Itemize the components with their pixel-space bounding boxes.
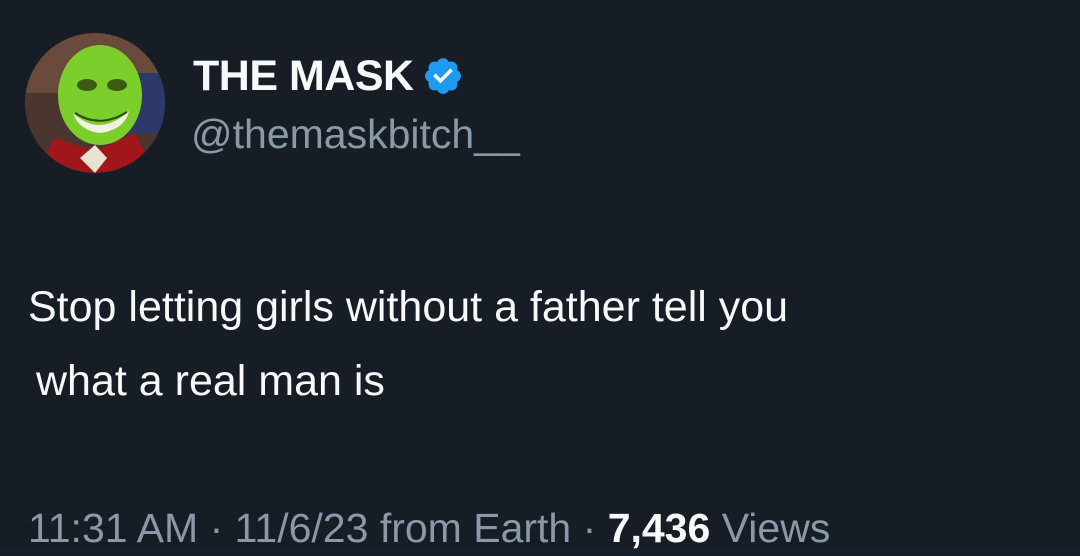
display-name-text: THE MASK	[193, 52, 414, 100]
tweet-source: from Earth	[379, 505, 572, 551]
views-count[interactable]: 7,436	[608, 505, 711, 551]
tweet-text-line: Stop letting girls without a father tell…	[28, 283, 789, 331]
meta-separator: ·	[582, 505, 597, 551]
tweet-text: Stop letting girls without a father tell…	[28, 270, 788, 418]
verified-badge-icon[interactable]	[422, 55, 464, 97]
tweet-date[interactable]: 11/6/23	[235, 505, 369, 551]
tweet-text-line: what a real man is	[36, 357, 385, 405]
user-handle[interactable]: @themaskbitch__	[191, 110, 520, 158]
avatar[interactable]	[25, 33, 165, 173]
tweet-meta: 11:31 AM · 11/6/23 from Earth · 7,436 Vi…	[28, 500, 830, 556]
mask-face-icon	[25, 33, 165, 173]
tweet-card: THE MASK @themaskbitch__ Stop letting gi…	[0, 0, 1080, 551]
views-label: Views	[721, 505, 831, 551]
display-name[interactable]: THE MASK	[193, 52, 464, 100]
meta-separator: ·	[209, 505, 224, 551]
tweet-time[interactable]: 11:31 AM	[28, 505, 198, 551]
